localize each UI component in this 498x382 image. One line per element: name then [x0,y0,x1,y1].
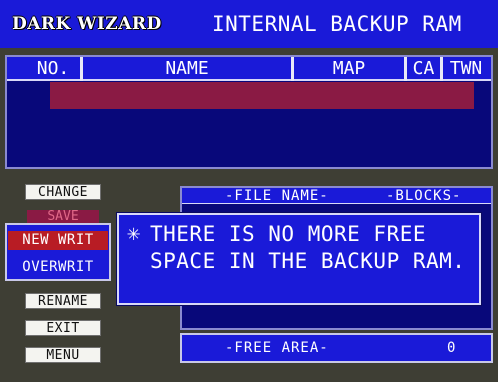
column-header-twn: TWN [449,58,483,79]
column-header-map: MAP [332,58,366,79]
new-write-button[interactable]: NEW WRIT [8,231,108,250]
file-list-row-selected[interactable] [50,82,474,109]
overwrite-button[interactable]: OVERWRIT [8,258,108,277]
exit-button[interactable]: EXIT [25,320,101,336]
menu-button[interactable]: MENU [25,347,101,363]
blocks-label: -BLOCKS- [386,188,462,204]
rename-button[interactable]: RENAME [25,293,101,309]
free-area-label: -FREE AREA- [225,340,329,356]
dialog-message-line-2: SPACE IN THE BACKUP RAM. [150,249,466,273]
column-header-no: NO. [36,58,70,79]
free-area-value: 0 [447,340,456,356]
file-name-label: -FILE NAME- [225,188,329,204]
asterisk-icon: ✳ [127,221,141,246]
change-button[interactable]: CHANGE [25,184,101,200]
column-header-ca: CA [412,58,435,79]
dialog-message-line-1: THERE IS NO MORE FREE [150,222,427,246]
save-button[interactable]: SAVE [27,210,99,224]
screen-title: INTERNAL BACKUP RAM [212,12,462,36]
column-header-name: NAME [165,58,209,79]
game-logo: DARK WIZARD [12,14,162,34]
